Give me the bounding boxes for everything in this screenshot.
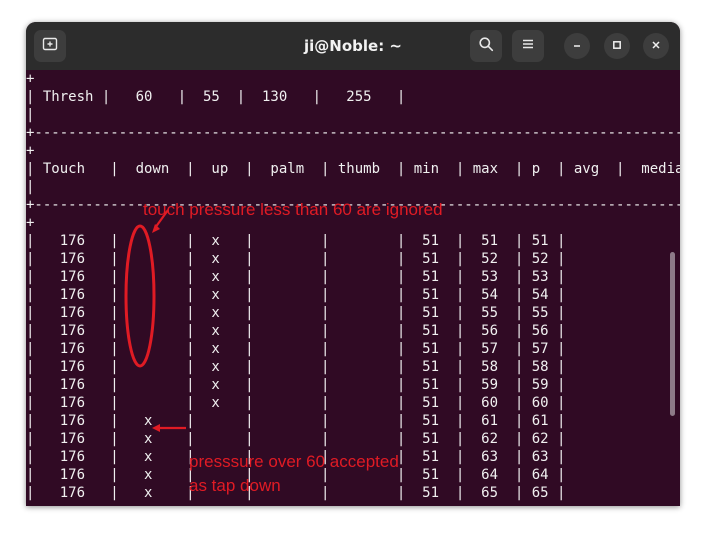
minimize-button[interactable] xyxy=(564,33,590,59)
hamburger-menu-icon xyxy=(521,37,535,56)
terminal-window: ji@Noble: ~ + | Thresh | 60 | 55 | 130 |… xyxy=(26,22,680,506)
annotation-arrowhead-ignored xyxy=(152,224,160,233)
terminal-output[interactable]: + | Thresh | 60 | 55 | 130 | 255 | | +--… xyxy=(26,70,680,506)
annotation-arrowhead-accepted xyxy=(152,424,160,432)
close-icon xyxy=(651,37,661,55)
title-bar: ji@Noble: ~ xyxy=(26,22,680,70)
search-icon xyxy=(478,36,494,57)
annotation-accepted-text-2: as tap down xyxy=(189,476,281,495)
minimize-icon xyxy=(572,37,582,55)
maximize-button[interactable] xyxy=(604,33,630,59)
annotation-ignored-text: touch pressure less than 60 are ignored xyxy=(143,200,443,219)
highlight-ellipse xyxy=(124,224,156,368)
menu-button[interactable] xyxy=(512,30,544,62)
annotation-overlay xyxy=(124,209,186,432)
maximize-icon xyxy=(612,37,622,55)
search-button[interactable] xyxy=(470,30,502,62)
annotation-accepted-text-1: presssure over 60 accepted xyxy=(189,452,399,471)
close-button[interactable] xyxy=(643,33,669,59)
